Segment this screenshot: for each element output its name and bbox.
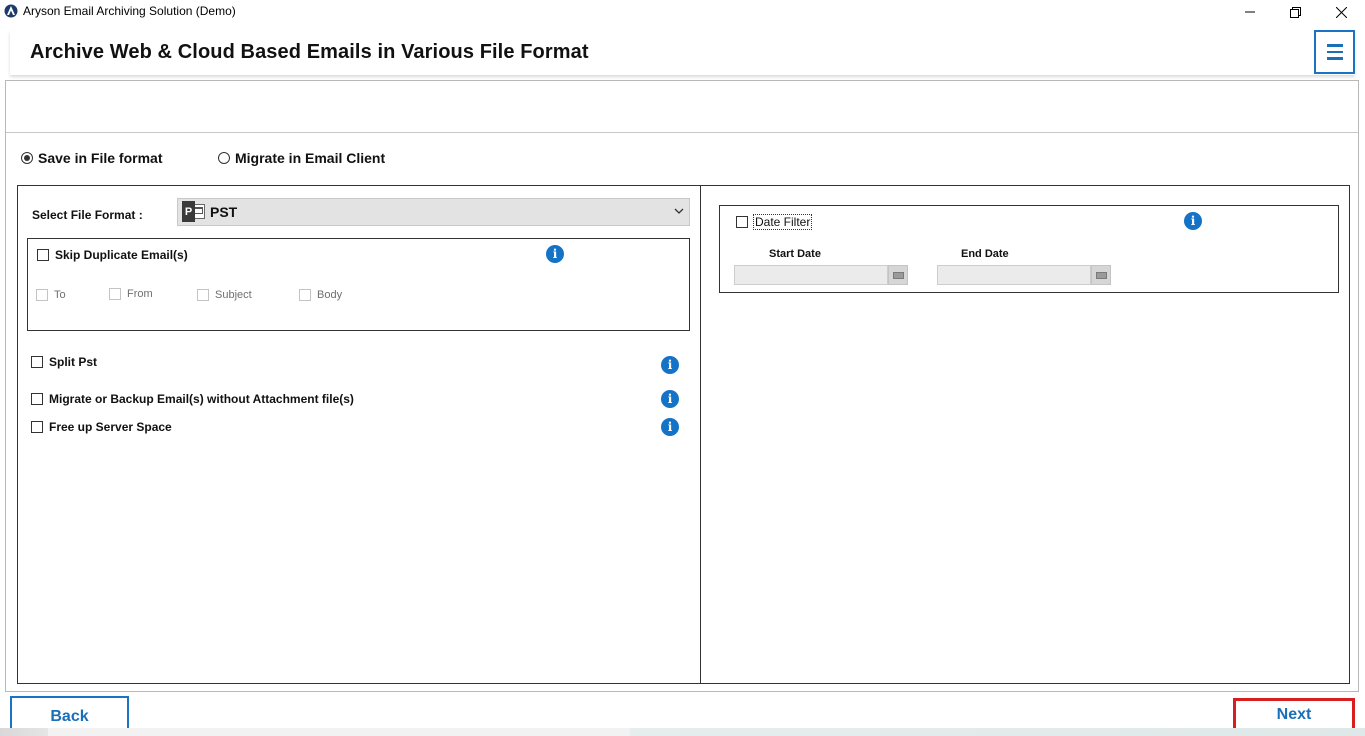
taskbar-strip	[0, 728, 1365, 736]
minimize-button[interactable]	[1227, 0, 1273, 24]
window-title: Aryson Email Archiving Solution (Demo)	[23, 4, 236, 18]
title-bar: Aryson Email Archiving Solution (Demo)	[0, 0, 1365, 26]
save-in-file-format-label: Save in File format	[38, 150, 163, 166]
top-strip	[6, 81, 1358, 133]
split-pst-label: Split Pst	[49, 355, 98, 369]
date-filter-label: Date Filter	[752, 214, 813, 230]
end-date-label: End Date	[961, 248, 1009, 260]
dup-field-to-checkbox[interactable]: To	[36, 289, 66, 301]
page-title: Archive Web & Cloud Based Emails in Vari…	[30, 41, 589, 63]
start-date-picker-button[interactable]	[888, 265, 908, 285]
dup-field-body-checkbox[interactable]: Body	[299, 289, 342, 301]
end-date-picker-button[interactable]	[1091, 265, 1111, 285]
app-window: Aryson Email Archiving Solution (Demo) A…	[0, 0, 1365, 736]
minimize-icon	[1245, 11, 1255, 13]
skip-duplicate-checkbox[interactable]: Skip Duplicate Email(s)	[37, 248, 188, 262]
checkbox-icon	[197, 289, 209, 301]
checkbox-icon	[31, 421, 43, 433]
chevron-down-icon	[674, 208, 684, 214]
dup-field-subject-checkbox[interactable]: Subject	[197, 289, 252, 301]
without-attachment-label: Migrate or Backup Email(s) without Attac…	[49, 392, 354, 406]
dup-field-subject-label: Subject	[215, 289, 252, 301]
checkbox-icon	[37, 249, 49, 261]
outlook-pst-icon: P	[182, 201, 206, 223]
save-in-file-format-radio[interactable]: Save in File format	[21, 150, 162, 166]
restore-button[interactable]	[1272, 0, 1318, 24]
checkbox-icon	[109, 288, 121, 300]
migrate-in-email-client-label: Migrate in Email Client	[235, 150, 386, 166]
selected-format-value: PST	[210, 204, 238, 220]
close-button[interactable]	[1318, 0, 1364, 24]
file-format-select[interactable]: P PST	[177, 198, 690, 226]
date-filter-info-icon[interactable]: i	[1184, 212, 1202, 230]
end-date-input[interactable]	[937, 265, 1091, 285]
pst-letter: P	[182, 201, 195, 222]
hamburger-menu-icon	[1326, 44, 1343, 47]
migrate-in-email-client-radio[interactable]: Migrate in Email Client	[218, 150, 385, 166]
radio-unselected-icon	[218, 152, 230, 164]
without-attachment-checkbox[interactable]: Migrate or Backup Email(s) without Attac…	[31, 392, 354, 406]
free-up-server-space-info-icon[interactable]: i	[661, 418, 679, 436]
hamburger-menu-button[interactable]	[1314, 30, 1355, 74]
checkbox-icon	[31, 393, 43, 405]
dup-field-from-checkbox[interactable]: From	[109, 288, 153, 300]
skip-duplicate-info-icon[interactable]: i	[546, 245, 564, 263]
free-up-server-space-checkbox[interactable]: Free up Server Space	[31, 420, 172, 434]
checkbox-icon	[736, 216, 748, 228]
date-filter-checkbox[interactable]: Date Filter	[736, 214, 813, 230]
checkbox-icon	[36, 289, 48, 301]
restore-icon	[1289, 6, 1301, 18]
split-pst-info-icon[interactable]: i	[661, 356, 679, 374]
hamburger-bar	[1326, 57, 1343, 60]
without-attachment-info-icon[interactable]: i	[661, 390, 679, 408]
free-up-server-space-label: Free up Server Space	[49, 420, 172, 434]
next-button[interactable]: Next	[1233, 698, 1355, 732]
calendar-icon	[1095, 271, 1107, 279]
dup-field-body-label: Body	[317, 289, 343, 301]
checkbox-icon	[299, 289, 311, 301]
dup-field-from-label: From	[127, 288, 153, 300]
start-date-label: Start Date	[769, 248, 821, 260]
page-header: Archive Web & Cloud Based Emails in Vari…	[10, 30, 1355, 75]
select-file-format-label: Select File Format :	[32, 208, 143, 222]
start-date-input[interactable]	[734, 265, 888, 285]
calendar-icon	[892, 271, 904, 279]
radio-selected-icon	[21, 152, 33, 164]
split-pst-checkbox[interactable]: Split Pst	[31, 355, 97, 369]
aryson-logo-icon	[4, 4, 18, 18]
close-icon	[1335, 6, 1347, 18]
checkbox-icon	[31, 356, 43, 368]
hamburger-bar	[1326, 50, 1343, 54]
skip-duplicate-label: Skip Duplicate Email(s)	[55, 248, 188, 262]
dup-field-to-label: To	[54, 289, 66, 301]
